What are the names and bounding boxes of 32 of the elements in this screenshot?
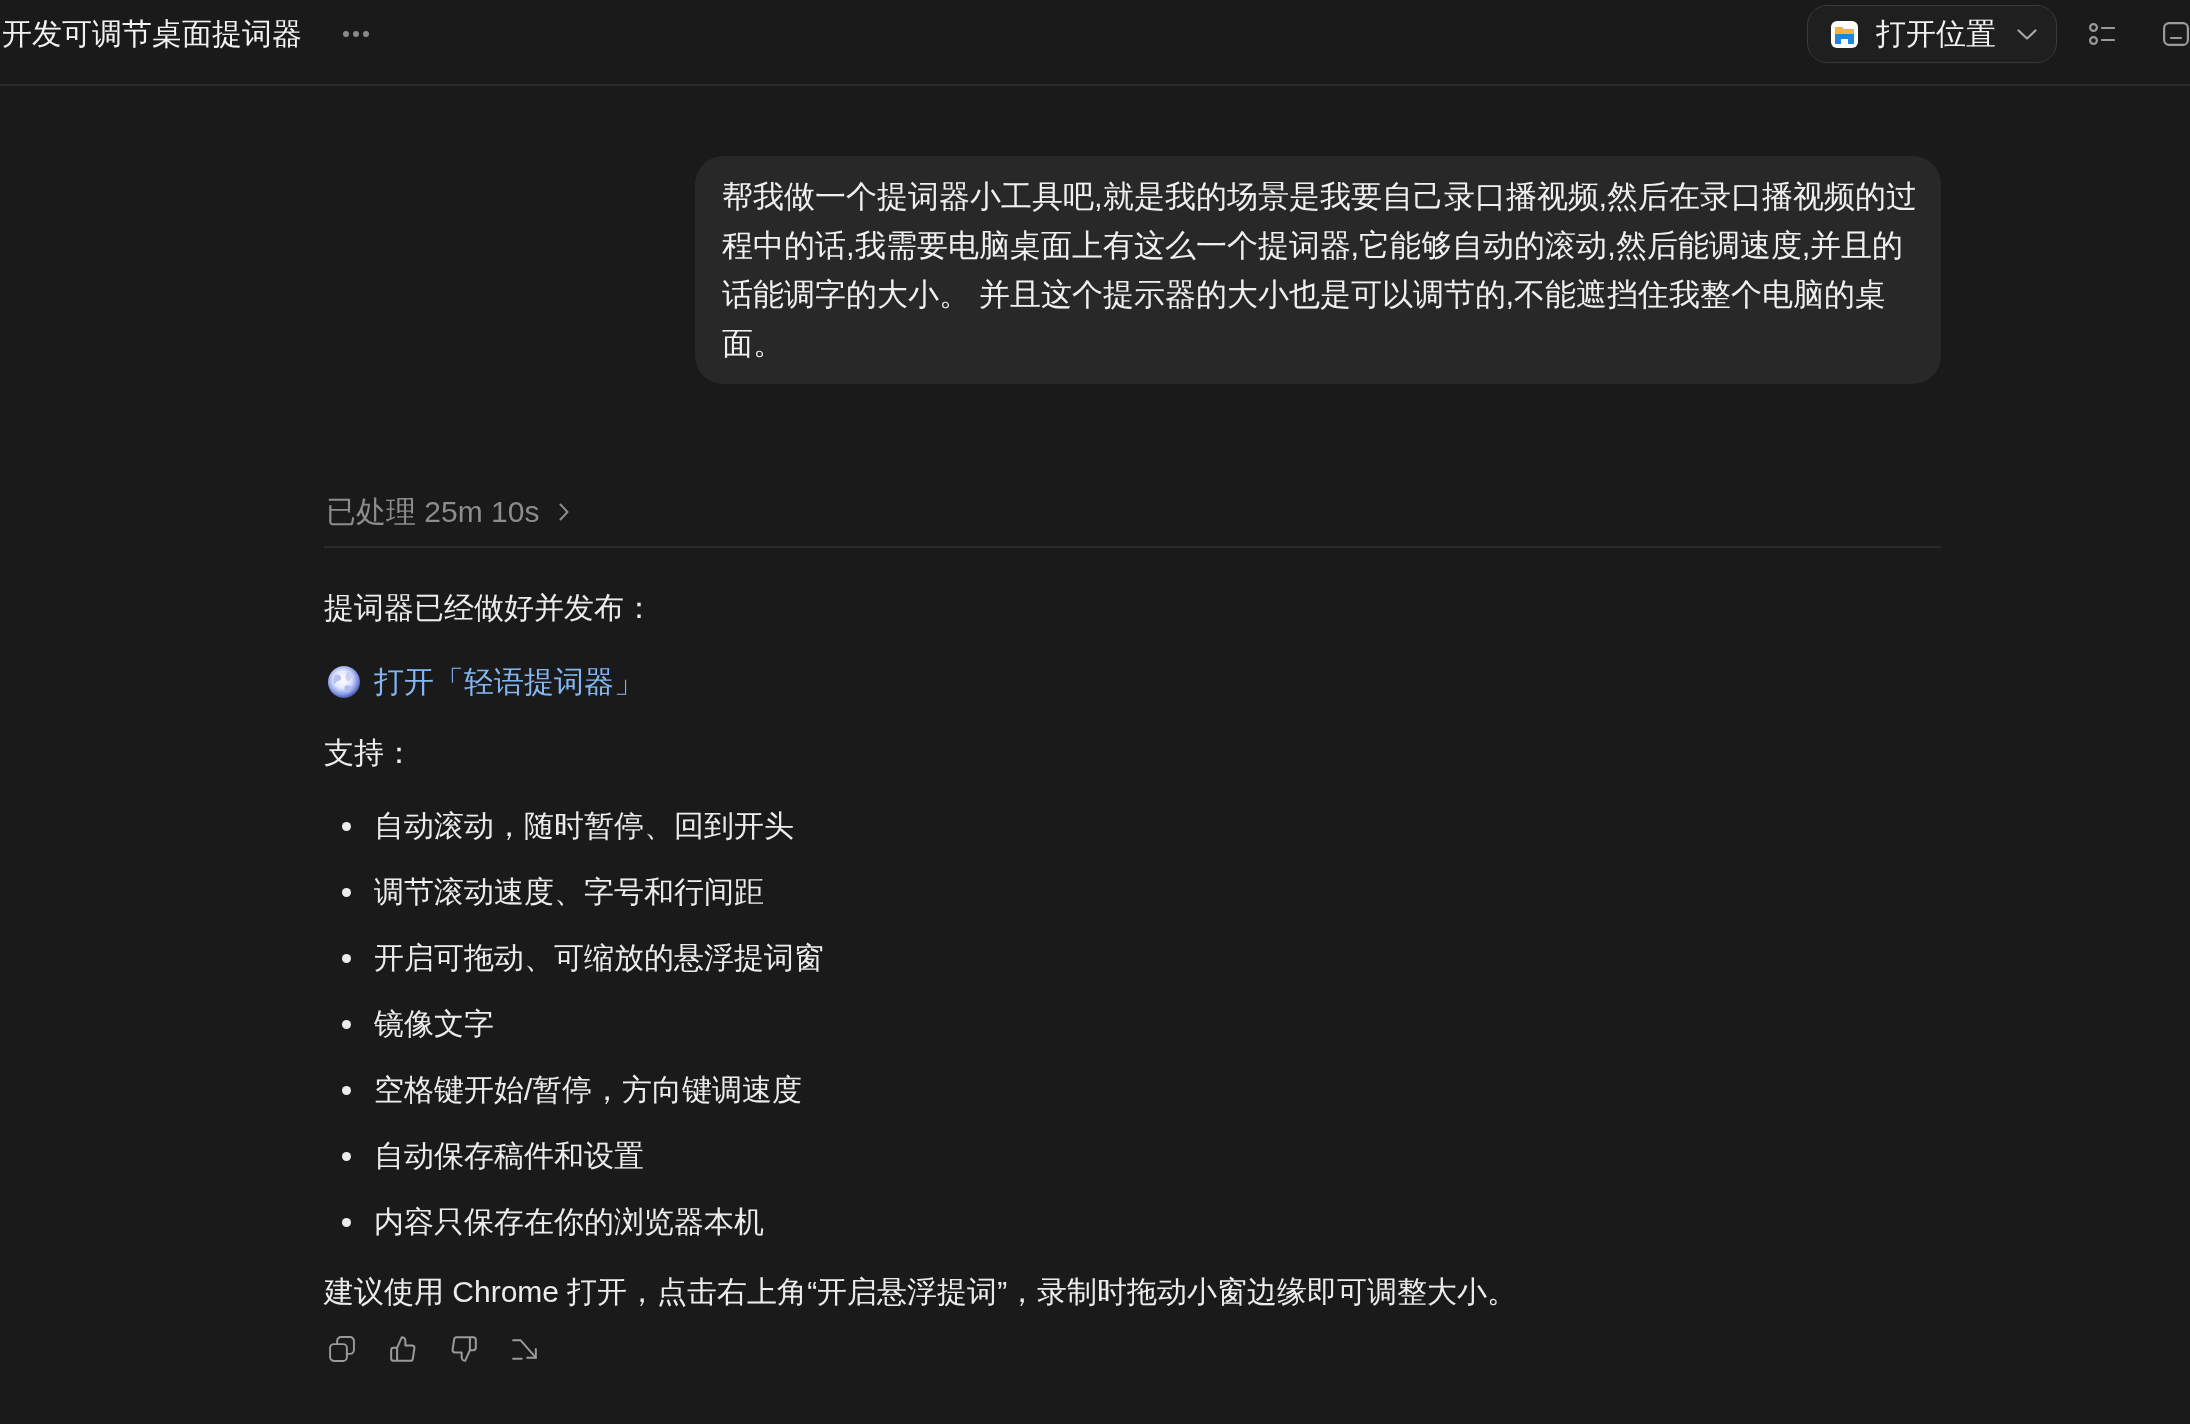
folder-icon: [1831, 20, 1858, 48]
bullet-icon: [342, 887, 351, 897]
intro-text: 提词器已经做好并发布：: [324, 590, 655, 626]
feature-text: 调节滚动速度、字号和行间距: [374, 874, 764, 910]
feature-text: 自动保存稿件和设置: [374, 1138, 644, 1174]
bullet-icon: [342, 1019, 351, 1029]
globe-icon: [328, 666, 360, 698]
feature-text: 自动滚动，随时暂停、回到开头: [374, 808, 794, 844]
panel-icon[interactable]: [2163, 22, 2189, 46]
diagonal-arrow-icon[interactable]: [512, 1336, 538, 1362]
thumbs-up-icon[interactable]: [390, 1336, 416, 1362]
message-text: 帮我做一个提词器小工具吧,就是我的场景是我要自己录口播视频,然后在录口播视频的过程中的话,我需要电脑桌面上有这么一个提词器,它能够自动的滚动,然后能调速度,并且的话能调字的大小。 并且这个提示器的大小也是可以调节的,不能遮挡住我整个电脑的桌面。: [722, 178, 1919, 363]
feature-text: 镜像文字: [374, 1006, 494, 1042]
more-icon[interactable]: [343, 31, 369, 37]
copy-icon[interactable]: [329, 1336, 355, 1362]
list-icon[interactable]: [2089, 23, 2115, 45]
bullet-icon: [342, 953, 351, 963]
bullet-icon: [342, 1151, 351, 1161]
open-app-link[interactable]: 打开「轻语提词器」: [324, 659, 644, 705]
open-location-button[interactable]: 打开位置: [1807, 5, 2057, 63]
note-text: 建议使用 Chrome 打开，点击右上角“开启悬浮提词”，录制时拖动小窗边缘即可调整大小。: [324, 1274, 1519, 1310]
feature-text: 内容只保存在你的浏览器本机: [374, 1204, 764, 1240]
features-heading: 支持：: [324, 735, 415, 771]
bullet-icon: [342, 1217, 351, 1227]
bullet-icon: [342, 821, 351, 831]
feature-text: 开启可拖动、可缩放的悬浮提词窗: [374, 940, 824, 976]
chat-title: 开发可调节桌面提词器: [2, 16, 302, 52]
bullet-icon: [342, 1085, 351, 1095]
processing-toggle[interactable]: 已处理 25m 10s: [324, 489, 570, 535]
feature-text: 空格键开始/暂停，方向键调速度: [374, 1072, 803, 1108]
chevron-down-icon: [2017, 28, 2037, 40]
thumbs-down-icon[interactable]: [451, 1336, 477, 1362]
